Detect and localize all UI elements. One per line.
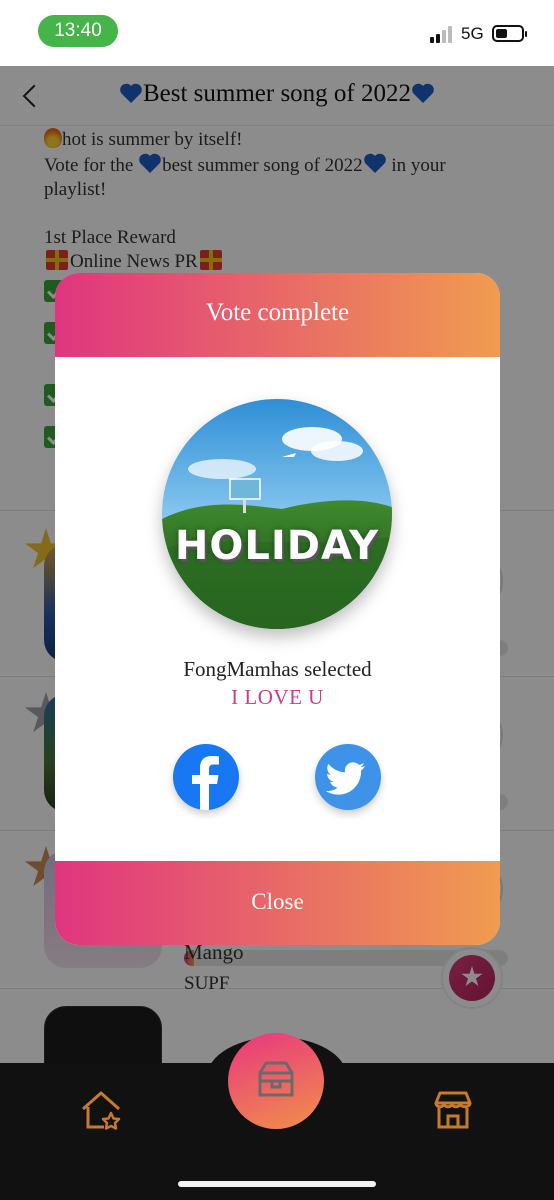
selected-song: I LOVE U: [231, 685, 324, 709]
dialog-title: Vote complete: [205, 299, 350, 326]
selected-message: FongMamhas selected: [183, 657, 372, 681]
close-button[interactable]: Close: [55, 861, 500, 945]
close-button-label: Close: [251, 889, 304, 914]
battery-icon: [492, 25, 527, 42]
status-bar: 13:40 5G: [0, 0, 554, 66]
status-time: 13:40: [38, 15, 118, 47]
facebook-icon: [192, 756, 219, 810]
box-icon: [258, 1061, 294, 1097]
album-title: HOLIDAY: [174, 523, 380, 569]
home-star-icon[interactable]: [78, 1087, 124, 1133]
twitter-icon: [325, 762, 365, 795]
network-type: 5G: [461, 24, 484, 43]
shop-icon[interactable]: [430, 1087, 476, 1133]
bottom-tab-bar: [0, 1033, 554, 1200]
home-indicator: [178, 1181, 376, 1187]
dialog-header: Vote complete: [55, 273, 500, 357]
signal-icon: [430, 25, 456, 43]
album-cover: HOLIDAY: [162, 399, 392, 629]
twitter-share-button[interactable]: [315, 744, 381, 810]
facebook-share-button[interactable]: [173, 744, 239, 810]
vote-complete-dialog: Vote complete HOLIDAY FongMamhas selecte…: [55, 273, 500, 945]
vote-box-button[interactable]: [228, 1033, 324, 1129]
